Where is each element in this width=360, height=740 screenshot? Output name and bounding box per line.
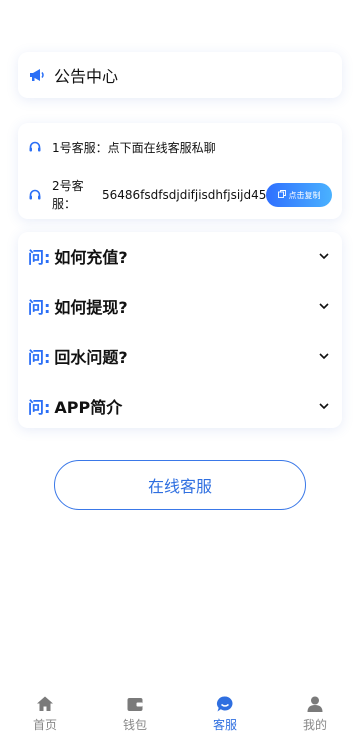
tab-label: 首页 (32, 718, 57, 732)
faq-item[interactable]: 问: APP简介 (18, 384, 342, 428)
faq-title: 回水问题? (54, 348, 128, 367)
chevron-down-icon (318, 400, 330, 412)
faq-item[interactable]: 问: 如何充值? (18, 234, 342, 278)
faq-title: 如何充值? (54, 248, 128, 267)
copy-icon (277, 190, 286, 200)
tab-label: 我的 (302, 718, 327, 732)
faq-card: 问: 如何充值? 问: 如何提现? 问: 回水问题? 问: APP简介 (18, 232, 342, 428)
tab-mine[interactable]: 我的 (270, 690, 360, 740)
faq-prefix: 问: (28, 298, 51, 317)
tab-home[interactable]: 首页 (0, 690, 90, 740)
faq-prefix: 问: (28, 348, 51, 367)
copy-button[interactable]: 点击复制 (266, 183, 332, 207)
copy-label: 点击复制 (288, 190, 321, 200)
service-line-2: 2号客服： 56486fsdfsdjdifjisdhfjsijd4545 点击复… (18, 175, 342, 215)
service-line-1: 1号客服：点下面在线客服私聊 (18, 136, 342, 158)
chevron-down-icon (318, 350, 330, 362)
faq-item[interactable]: 问: 回水问题? (18, 334, 342, 378)
faq-prefix: 问: (28, 248, 51, 267)
service-2-label: 2号客服： (52, 179, 84, 211)
faq-item[interactable]: 问: 如何提现? (18, 284, 342, 328)
notice-title: 公告中心 (54, 67, 119, 86)
headset-icon (28, 188, 42, 202)
chat-icon (216, 695, 234, 713)
megaphone-icon (28, 66, 46, 84)
home-icon (36, 695, 54, 713)
chevron-down-icon (318, 300, 330, 312)
user-icon (306, 695, 324, 713)
tab-label: 钱包 (122, 718, 147, 732)
bottom-tab-bar: 首页 钱包 客服 我的 (0, 690, 360, 740)
tab-service[interactable]: 客服 (180, 690, 270, 740)
chevron-down-icon (318, 250, 330, 262)
faq-title: APP简介 (54, 398, 123, 417)
headset-icon (28, 140, 42, 154)
online-service-button[interactable]: 在线客服 (54, 460, 306, 510)
service-2-id: 56486fsdfsdjdifjisdhfjsijd4545 (102, 188, 266, 202)
service-card: 1号客服：点下面在线客服私聊 2号客服： 56486fsdfsdjdifjisd… (18, 123, 342, 219)
tab-wallet[interactable]: 钱包 (90, 690, 180, 740)
notice-card[interactable]: 公告中心 (18, 52, 342, 98)
faq-prefix: 问: (28, 398, 51, 417)
service-1-text: 1号客服：点下面在线客服私聊 (52, 140, 216, 155)
faq-title: 如何提现? (54, 298, 128, 317)
wallet-icon (126, 695, 144, 713)
tab-label: 客服 (212, 718, 237, 732)
